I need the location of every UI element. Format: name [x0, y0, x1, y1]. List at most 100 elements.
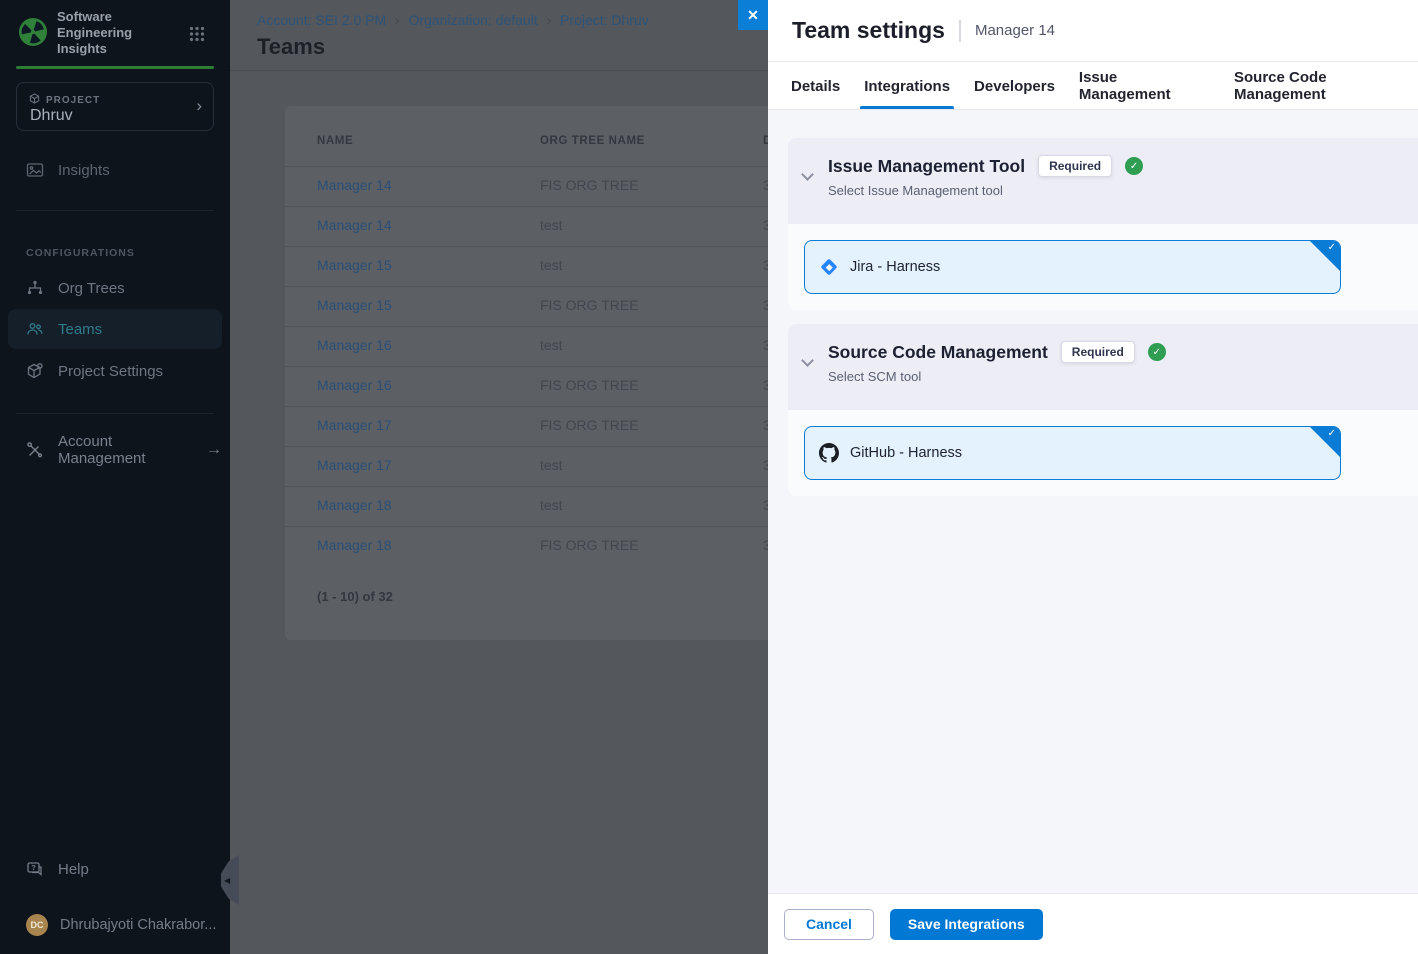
required-badge: Required: [1061, 341, 1135, 363]
arrow-right-icon: →: [206, 441, 222, 459]
jira-icon: [819, 257, 839, 277]
drawer-header: Team settings Manager 14: [768, 0, 1418, 62]
sidebar-item-label: Account Management: [58, 433, 198, 467]
project-label: PROJECT: [46, 95, 100, 106]
sidebar-item-label: Help: [58, 861, 89, 878]
chevron-right-icon: ›: [196, 96, 202, 116]
org-tree-cell: test: [540, 457, 563, 473]
pagination-status: (1 - 10) of 32: [317, 589, 393, 604]
product-title: Software Engineering Insights: [57, 9, 175, 57]
section-title: Source Code Management: [828, 342, 1048, 363]
tab-integrations[interactable]: Integrations: [864, 63, 950, 109]
sidebar-item-account-management[interactable]: Account Management →: [8, 430, 222, 470]
user-name: Dhrubajyoti Chakrabor...: [60, 917, 216, 933]
breadcrumb-project[interactable]: Project: Dhruv: [560, 12, 649, 28]
table-row[interactable]: Manager 18 test 3: [285, 486, 768, 526]
drawer-tab-bar: Details Integrations Developers Issue Ma…: [768, 63, 1418, 110]
source-code-management-section-header[interactable]: Source Code Management Required ✓ Select…: [788, 324, 1418, 410]
team-link[interactable]: Manager 16: [317, 377, 392, 393]
tab-developers[interactable]: Developers: [974, 63, 1055, 109]
user-menu[interactable]: DC Dhrubajyoti Chakrabor...: [8, 905, 222, 945]
section-subtitle: Select SCM tool: [828, 369, 1412, 384]
configurations-label: CONFIGURATIONS: [26, 247, 135, 259]
section-body: GitHub - Harness ✓: [788, 410, 1418, 496]
sidebar-item-insights[interactable]: Insights: [8, 150, 222, 190]
breadcrumb-account[interactable]: Account: SEI 2.0 PM: [257, 12, 386, 28]
breadcrumb-separator-icon: ›: [547, 13, 551, 28]
integration-label: Jira - Harness: [850, 259, 940, 275]
tab-details[interactable]: Details: [791, 63, 840, 109]
harness-sei-logo-icon: [18, 17, 48, 47]
issue-management-section: Issue Management Tool Required ✓ Select …: [788, 138, 1418, 310]
team-link[interactable]: Manager 15: [317, 297, 392, 313]
avatar: DC: [26, 914, 48, 936]
sidebar-item-label: Insights: [58, 162, 110, 179]
team-link[interactable]: Manager 15: [317, 257, 392, 273]
collapse-left-icon: ◀: [224, 876, 230, 885]
sidebar-item-teams[interactable]: Teams: [8, 309, 222, 349]
sidebar-item-project-settings[interactable]: Project Settings: [8, 351, 222, 391]
section-title: Issue Management Tool: [828, 156, 1025, 177]
table-row[interactable]: Manager 14 FIS ORG TREE 3: [285, 166, 768, 206]
account-management-icon: [26, 441, 44, 459]
table-row[interactable]: Manager 17 test 3: [285, 446, 768, 486]
sidebar: Software Engineering Insights PROJECT Dh…: [0, 0, 230, 954]
section-body: Jira - Harness ✓: [788, 224, 1418, 310]
breadcrumb-organization[interactable]: Organization: default: [409, 12, 538, 28]
github-icon: [819, 443, 839, 463]
sidebar-divider: [16, 413, 214, 414]
org-trees-icon: [26, 279, 44, 297]
team-link[interactable]: Manager 18: [317, 497, 392, 513]
table-row[interactable]: Manager 16 FIS ORG TREE 3: [285, 366, 768, 406]
issue-management-section-header[interactable]: Issue Management Tool Required ✓ Select …: [788, 138, 1418, 224]
team-link[interactable]: Manager 14: [317, 217, 392, 233]
table-row[interactable]: Manager 17 FIS ORG TREE 3: [285, 406, 768, 446]
team-link[interactable]: Manager 14: [317, 177, 392, 193]
chevron-down-icon[interactable]: [801, 354, 814, 367]
integration-card-jira[interactable]: Jira - Harness ✓: [804, 240, 1341, 294]
integration-label: GitHub - Harness: [850, 445, 962, 461]
table-row[interactable]: Manager 15 test 3: [285, 246, 768, 286]
sidebar-accent-divider: [16, 66, 214, 69]
drawer-subtitle: Manager 14: [975, 22, 1055, 39]
chevron-down-icon[interactable]: [801, 168, 814, 181]
team-link[interactable]: Manager 16: [317, 337, 392, 353]
project-settings-icon: [26, 362, 44, 380]
success-check-icon: ✓: [1148, 343, 1166, 361]
page-title: Teams: [257, 34, 325, 60]
tab-issue-management[interactable]: Issue Management: [1079, 63, 1210, 109]
drawer-close-button[interactable]: ✕: [738, 0, 768, 30]
team-link[interactable]: Manager 17: [317, 457, 392, 473]
org-tree-cell: FIS ORG TREE: [540, 417, 639, 433]
sidebar-item-label: Teams: [58, 321, 102, 338]
project-selector[interactable]: PROJECT Dhruv ›: [16, 82, 214, 131]
drawer-title: Team settings: [792, 17, 945, 44]
integration-card-github[interactable]: GitHub - Harness ✓: [804, 426, 1341, 480]
team-link[interactable]: Manager 18: [317, 537, 392, 553]
column-header-org-tree: ORG TREE NAME: [540, 135, 645, 147]
sidebar-item-help[interactable]: ? Help: [8, 849, 222, 889]
org-tree-cell: test: [540, 497, 563, 513]
table-row[interactable]: Manager 15 FIS ORG TREE 3: [285, 286, 768, 326]
svg-text:?: ?: [31, 863, 36, 872]
sidebar-item-org-trees[interactable]: Org Trees: [8, 268, 222, 308]
sidebar-item-label: Org Trees: [58, 280, 125, 297]
team-link[interactable]: Manager 17: [317, 417, 392, 433]
help-chat-icon: ?: [26, 860, 44, 878]
source-code-management-section: Source Code Management Required ✓ Select…: [788, 324, 1418, 496]
sidebar-item-label: Project Settings: [58, 363, 163, 380]
org-tree-cell: FIS ORG TREE: [540, 297, 639, 313]
org-tree-cell: test: [540, 257, 563, 273]
app-grid-icon[interactable]: [189, 26, 205, 42]
sidebar-divider: [16, 210, 214, 211]
table-row[interactable]: Manager 18 FIS ORG TREE 3: [285, 526, 768, 566]
required-badge: Required: [1038, 155, 1112, 177]
table-row[interactable]: Manager 16 test 3: [285, 326, 768, 366]
close-icon: ✕: [747, 7, 759, 24]
table-row[interactable]: Manager 14 test 3: [285, 206, 768, 246]
selected-check-icon: ✓: [1328, 428, 1336, 439]
insights-icon: [26, 161, 44, 179]
cancel-button[interactable]: Cancel: [784, 909, 874, 940]
save-integrations-button[interactable]: Save Integrations: [890, 909, 1043, 940]
tab-source-code-management[interactable]: Source Code Management: [1234, 63, 1418, 109]
